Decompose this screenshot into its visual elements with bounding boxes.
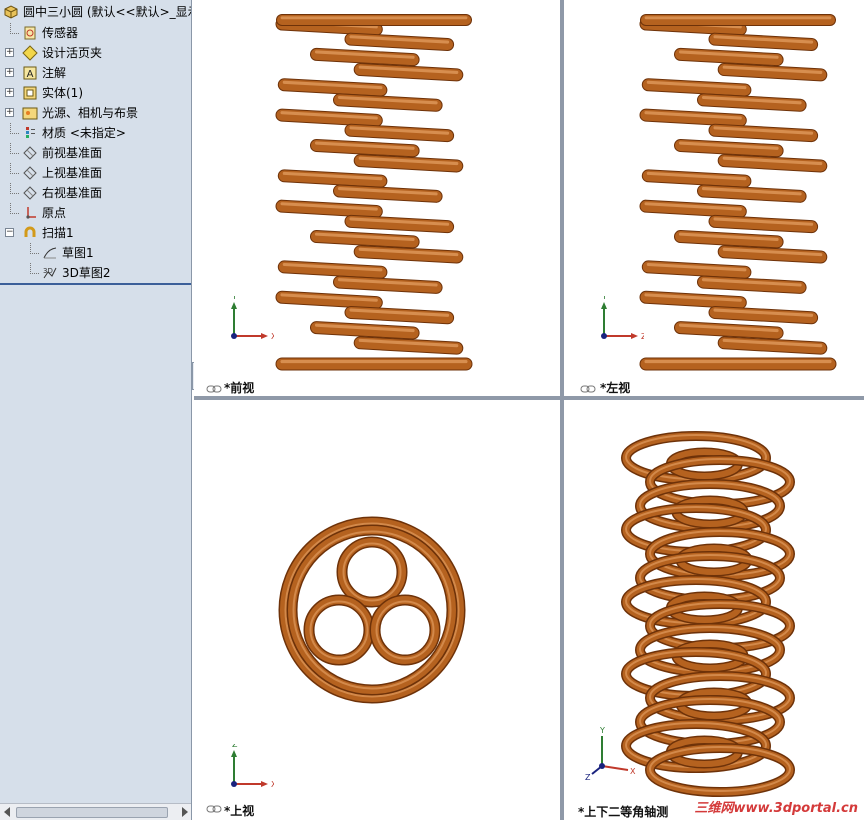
tree-connector [10,123,19,134]
tree-item-label: 实体(1) [42,86,83,100]
svg-text:X: X [271,332,274,341]
viewport-front[interactable]: XY *前视 [194,0,560,396]
tree-item-right-plane[interactable]: 右视基准面 [0,183,191,203]
expand-icon[interactable]: + [5,108,14,117]
triad-top: XZ [231,744,274,789]
origin-icon [26,207,36,219]
triad-left: ZY [601,296,644,341]
view-label-front: *前视 [224,381,255,395]
link-icon [580,385,596,393]
view-label-iso: *上下二等角轴测 [578,805,669,819]
tree-item-label: 前视基准面 [42,146,103,160]
solid-body-icon [23,86,37,100]
plane-icon [23,146,37,160]
triad-front: XY [231,296,274,341]
tree-item-label: 右视基准面 [42,186,103,200]
svg-text:3D: 3D [43,267,53,275]
svg-text:X: X [630,767,636,776]
design-binder-icon [22,45,38,61]
tree-item-label: 扫描1 [42,226,74,240]
svg-text:X: X [271,780,274,789]
svg-text:Y: Y [601,296,607,301]
scroll-right-icon[interactable] [182,807,188,817]
svg-text:Z: Z [641,332,644,341]
triad-iso: Y X Z [585,726,636,782]
watermark: 三维网www.3dportal.cn [694,801,858,816]
svg-text:Z: Z [232,744,238,749]
tree-connector [10,203,19,214]
scroll-thumb[interactable] [16,807,168,818]
tree-horizontal-scrollbar[interactable] [0,803,191,820]
link-icon [206,385,222,393]
view-label-left: *左视 [600,381,631,395]
tree-item-lights-cameras[interactable]: + 光源、相机与布景 [0,103,191,123]
tree-item-top-plane[interactable]: 上视基准面 [0,163,191,183]
tree-item-label: 注解 [42,66,67,80]
scroll-left-icon[interactable] [4,807,10,817]
viewport-splitter-vertical[interactable] [560,0,564,820]
tree-root[interactable]: 圆中三小圆 (默认<<默认>_显示 [0,2,192,22]
link-icon [206,805,222,813]
sweep-feature-icon [24,226,36,237]
tree-root-label: 圆中三小圆 (默认<<默认>_显示 [23,5,192,19]
part-icon [4,5,18,19]
tree-connector [10,23,19,34]
viewport-left[interactable]: ZY *左视 [564,0,864,396]
tree-connector [10,183,19,194]
tree-item-material[interactable]: 材质 <未指定> [0,123,191,143]
tree-item-label: 上视基准面 [42,166,103,180]
tree-item-label: 草图1 [62,246,94,260]
tree-item-label: 设计活页夹 [42,46,103,60]
svg-text:A: A [27,69,34,80]
tree-item-solid-bodies[interactable]: + 实体(1) [0,83,191,103]
tree-item-sensors[interactable]: 传感器 [0,23,191,43]
tree-item-label: 光源、相机与布景 [42,106,139,120]
svg-text:Z: Z [585,773,591,782]
expand-icon[interactable]: + [5,48,14,57]
tree-connector [10,163,19,174]
tree-rollback-bar[interactable] [0,283,191,285]
expand-icon[interactable]: + [5,88,14,97]
tree-item-sketch1[interactable]: 草图1 [0,243,191,263]
plane-icon [23,186,37,200]
tree-item-label: 原点 [42,206,67,220]
annotation-icon: A [23,66,37,80]
expand-icon[interactable]: + [5,68,14,77]
plane-icon [23,166,37,180]
tree-item-sketch3d2[interactable]: 3D 3D草图2 [0,263,191,283]
tree-item-origin[interactable]: 原点 [0,203,191,223]
sensor-icon [24,26,36,40]
tree-connector [30,243,39,254]
material-icon [26,127,35,138]
svg-text:Y: Y [599,726,605,735]
lights-cameras-icon [22,107,38,120]
svg-text:Y: Y [231,296,237,301]
tree-item-annotations[interactable]: + A 注解 [0,63,191,83]
tree-item-front-plane[interactable]: 前视基准面 [0,143,191,163]
tree-connector [30,263,39,274]
3d-sketch-icon: 3D [43,267,57,279]
viewport-splitter-horizontal[interactable] [194,396,864,400]
viewport-top[interactable]: XZ *上视 [194,400,560,820]
feature-tree-panel: 圆中三小圆 (默认<<默认>_显示 传感器 + 设计活页夹 + A 注解 + 实体(1) + 光源… [0,0,192,820]
sketch-icon [43,247,57,259]
tree-item-design-binder[interactable]: + 设计活页夹 [0,43,191,63]
tree-item-label: 材质 <未指定> [42,126,126,140]
tree-item-label: 传感器 [42,26,79,40]
view-label-top: *上视 [224,804,255,818]
tree-item-sweep1[interactable]: − 扫描1 [0,223,191,243]
viewport-isometric[interactable]: Y X Z *上下二等角轴测 [564,400,864,820]
tree-item-label: 3D草图2 [62,266,111,280]
collapse-icon[interactable]: − [5,228,14,237]
tree-connector [10,143,19,154]
